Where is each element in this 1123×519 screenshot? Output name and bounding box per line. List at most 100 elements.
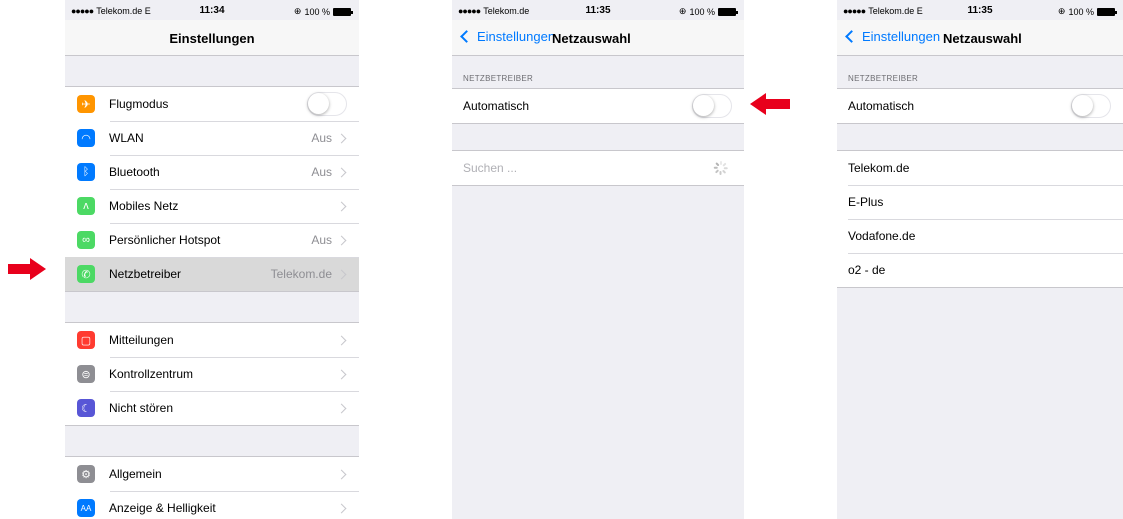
- network-list-item[interactable]: o2 - de: [837, 253, 1123, 287]
- page-title: Netzauswahl: [943, 31, 1022, 46]
- settings-row-label: Nicht stören: [109, 401, 174, 415]
- settings-row-value: Aus: [311, 233, 332, 247]
- settings-row[interactable]: ⚙ Allgemein: [65, 457, 359, 491]
- network-name: o2 - de: [848, 263, 886, 277]
- chevron-right-icon: [336, 469, 347, 479]
- settings-row-label: Flugmodus: [109, 97, 169, 111]
- settings-row-value: Telekom.de: [270, 267, 332, 281]
- back-button[interactable]: Einstellungen: [843, 29, 940, 44]
- settings-row-value: Aus: [311, 131, 332, 145]
- nav-bar: Einstellungen: [65, 20, 359, 56]
- section-header: NETZBETREIBER: [463, 74, 534, 83]
- chevron-right-icon: [336, 335, 347, 345]
- red-arrow-left-icon: [750, 93, 790, 115]
- wifi-icon: ◠: [77, 129, 95, 147]
- automatic-row: Automatisch: [452, 89, 744, 123]
- clock: 11:34: [199, 5, 225, 16]
- back-label: Einstellungen: [477, 29, 556, 44]
- back-button[interactable]: Einstellungen: [458, 29, 555, 44]
- searching-row: Suchen ...: [452, 151, 744, 185]
- automatic-group: Automatisch: [452, 88, 744, 124]
- network-name: Vodafone.de: [848, 229, 916, 243]
- page-title: Einstellungen: [169, 31, 255, 46]
- chevron-right-icon: [336, 403, 347, 413]
- automatic-group: Automatisch: [837, 88, 1123, 124]
- network-list-item[interactable]: E-Plus: [837, 185, 1123, 219]
- notifications-icon: ▢: [77, 331, 95, 349]
- network-list-item[interactable]: Vodafone.de: [837, 219, 1123, 253]
- settings-group-general: ⚙ Allgemein AA Anzeige & Helligkeit: [65, 456, 359, 519]
- battery-icon: [718, 7, 738, 16]
- red-arrow-right-icon: [8, 258, 48, 280]
- settings-row[interactable]: ▢ Mitteilungen: [65, 323, 359, 357]
- automatic-label: Automatisch: [848, 99, 915, 113]
- bluetooth-icon: ᛒ: [77, 163, 95, 181]
- automatic-toggle[interactable]: [692, 94, 732, 118]
- network-list-item[interactable]: Telekom.de: [837, 151, 1123, 185]
- chevron-left-icon: [460, 30, 473, 43]
- battery-percent: 100 %: [304, 6, 330, 17]
- settings-row[interactable]: ᛒ Bluetooth Aus: [65, 155, 359, 189]
- lock-rotation-icon: ⊕: [1057, 6, 1066, 16]
- searching-label: Suchen ...: [463, 161, 518, 175]
- moon-icon: ☾: [77, 399, 95, 417]
- network-selection-screen-list: ●●●●● Telekom.de E 11:35 ⊕ 100 % Einstellu…: [837, 0, 1123, 519]
- settings-row[interactable]: ✈ Flugmodus: [65, 87, 359, 121]
- automatic-toggle[interactable]: [1071, 94, 1111, 118]
- lock-rotation-icon: ⊕: [293, 6, 302, 16]
- airplane-mode-toggle[interactable]: [307, 92, 347, 116]
- carrier-label: Telekom.de E: [868, 6, 923, 16]
- settings-row[interactable]: AA Anzeige & Helligkeit: [65, 491, 359, 519]
- back-label: Einstellungen: [862, 29, 941, 44]
- network-name: E-Plus: [848, 195, 884, 209]
- settings-row[interactable]: ◠ WLAN Aus: [65, 121, 359, 155]
- settings-group-connectivity: ✈ Flugmodus ◠ WLAN Aus ᛒ Bluetooth Aus ᴧ Mobiles …: [65, 86, 359, 292]
- nav-bar: Einstellungen Netzauswahl: [452, 20, 744, 56]
- carrier-label: Telekom.de E: [96, 6, 151, 16]
- battery-icon: [333, 7, 353, 16]
- chevron-right-icon: [336, 235, 347, 245]
- antenna-icon: ᴧ: [77, 197, 95, 215]
- battery-percent: 100 %: [689, 6, 715, 17]
- settings-row[interactable]: ∞ Persönlicher Hotspot Aus: [65, 223, 359, 257]
- clock: 11:35: [585, 5, 611, 16]
- chevron-right-icon: [336, 269, 347, 279]
- settings-screen: ●●●●● Telekom.de E 11:34 ⊕ 100 % Einstellu…: [65, 0, 359, 519]
- display-icon: AA: [77, 499, 95, 517]
- phone-icon: ✆: [77, 265, 95, 283]
- status-bar: ●●●●● Telekom.de 11:35 ⊕ 100 %: [452, 0, 744, 20]
- search-group: Suchen ...: [452, 150, 744, 186]
- chevron-right-icon: [336, 201, 347, 211]
- hotspot-icon: ∞: [77, 231, 95, 249]
- settings-row[interactable]: ✆ Netzbetreiber Telekom.de: [65, 257, 359, 291]
- chevron-right-icon: [336, 503, 347, 513]
- battery-percent: 100 %: [1068, 6, 1094, 17]
- chevron-right-icon: [336, 133, 347, 143]
- carrier-label: Telekom.de: [483, 6, 530, 16]
- network-list: Telekom.de E-Plus Vodafone.de o2 - de: [837, 150, 1123, 288]
- settings-group-notifications: ▢ Mitteilungen ⊜ Kontrollzentrum ☾ Nicht stör…: [65, 322, 359, 426]
- settings-row-label: Mitteilungen: [109, 333, 174, 347]
- nav-bar: Einstellungen Netzauswahl: [837, 20, 1123, 56]
- automatic-row: Automatisch: [837, 89, 1123, 123]
- control-center-icon: ⊜: [77, 365, 95, 383]
- section-header: NETZBETREIBER: [848, 74, 919, 83]
- settings-row[interactable]: ⊜ Kontrollzentrum: [65, 357, 359, 391]
- settings-row-label: Persönlicher Hotspot: [109, 233, 221, 247]
- status-bar: ●●●●● Telekom.de E 11:34 ⊕ 100 %: [65, 0, 359, 20]
- settings-row[interactable]: ᴧ Mobiles Netz: [65, 189, 359, 223]
- battery-icon: [1097, 7, 1117, 16]
- chevron-right-icon: [336, 369, 347, 379]
- network-name: Telekom.de: [848, 161, 910, 175]
- network-selection-screen-searching: ●●●●● Telekom.de 11:35 ⊕ 100 % Einstellung…: [452, 0, 744, 519]
- chevron-left-icon: [845, 30, 858, 43]
- settings-row-label: Kontrollzentrum: [109, 367, 194, 381]
- settings-row-label: Anzeige & Helligkeit: [109, 501, 216, 515]
- settings-row-label: WLAN: [109, 131, 144, 145]
- lock-rotation-icon: ⊕: [678, 6, 687, 16]
- spinner-icon: [713, 161, 728, 175]
- settings-row-label: Allgemein: [109, 467, 162, 481]
- settings-row[interactable]: ☾ Nicht stören: [65, 391, 359, 425]
- clock: 11:35: [967, 5, 993, 16]
- automatic-label: Automatisch: [463, 99, 530, 113]
